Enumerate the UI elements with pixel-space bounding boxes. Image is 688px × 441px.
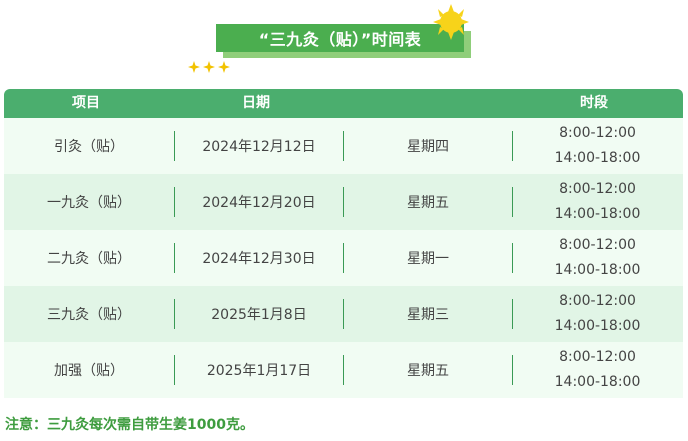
cell-weekday: 星期三 — [407, 307, 449, 323]
cell-time: 8:00-12:00 14:00-18:00 — [512, 174, 683, 230]
time-afternoon: 14:00-18:00 — [554, 374, 641, 390]
sun-icon — [433, 4, 469, 40]
cell-item: 三九灸（贴） — [47, 307, 131, 323]
cell-date: 2024年12月20日 — [202, 195, 316, 211]
cell-time: 8:00-12:00 14:00-18:00 — [512, 342, 683, 398]
cell-item: 一九灸（贴） — [47, 195, 131, 211]
cell-weekday: 星期四 — [407, 139, 449, 155]
cell-date: 2025年1月17日 — [206, 363, 312, 379]
cell-weekday: 星期五 — [407, 195, 449, 211]
time-morning: 8:00-12:00 — [559, 181, 636, 197]
cell-date: 2024年12月30日 — [202, 251, 316, 267]
cell-item: 加强（贴） — [54, 363, 124, 379]
cell-time: 8:00-12:00 14:00-18:00 — [512, 118, 683, 174]
table-row: 三九灸（贴） 2025年1月8日 星期三 8:00-12:00 14:00-18… — [4, 286, 683, 342]
table-row: 一九灸（贴） 2024年12月20日 星期五 8:00-12:00 14:00-… — [4, 174, 683, 230]
cell-date: 2025年1月8日 — [211, 307, 307, 323]
table-row: 引灸（贴） 2024年12月12日 星期四 8:00-12:00 14:00-1… — [4, 118, 683, 174]
table-header: 项目 日期 时段 — [4, 89, 683, 118]
header-time: 时段 — [580, 95, 608, 111]
time-afternoon: 14:00-18:00 — [554, 206, 641, 222]
header-date: 日期 — [242, 95, 270, 111]
cell-time: 8:00-12:00 14:00-18:00 — [512, 286, 683, 342]
table-row: 加强（贴） 2025年1月17日 星期五 8:00-12:00 14:00-18… — [4, 342, 683, 398]
time-morning: 8:00-12:00 — [559, 349, 636, 365]
cell-date: 2024年12月12日 — [202, 139, 316, 155]
header-item: 项目 — [72, 95, 100, 111]
time-morning: 8:00-12:00 — [559, 293, 636, 309]
time-afternoon: 14:00-18:00 — [554, 262, 641, 278]
cell-weekday: 星期一 — [407, 251, 449, 267]
sparkle-icon — [188, 61, 230, 73]
schedule-table: 项目 日期 时段 引灸（贴） 2024年12月12日 星期四 8:00-12:0… — [4, 89, 683, 398]
cell-time: 8:00-12:00 14:00-18:00 — [512, 230, 683, 286]
footnote: 注意：三九灸每次需自带生姜1000克。 — [5, 417, 254, 433]
time-morning: 8:00-12:00 — [559, 237, 636, 253]
time-afternoon: 14:00-18:00 — [554, 150, 641, 166]
time-morning: 8:00-12:00 — [559, 125, 636, 141]
time-afternoon: 14:00-18:00 — [554, 318, 641, 334]
cell-item: 二九灸（贴） — [47, 251, 131, 267]
title-banner: “三九灸（贴）”时间表 — [0, 0, 688, 80]
table-row: 二九灸（贴） 2024年12月30日 星期一 8:00-12:00 14:00-… — [4, 230, 683, 286]
cell-item: 引灸（贴） — [54, 139, 124, 155]
cell-weekday: 星期五 — [407, 363, 449, 379]
